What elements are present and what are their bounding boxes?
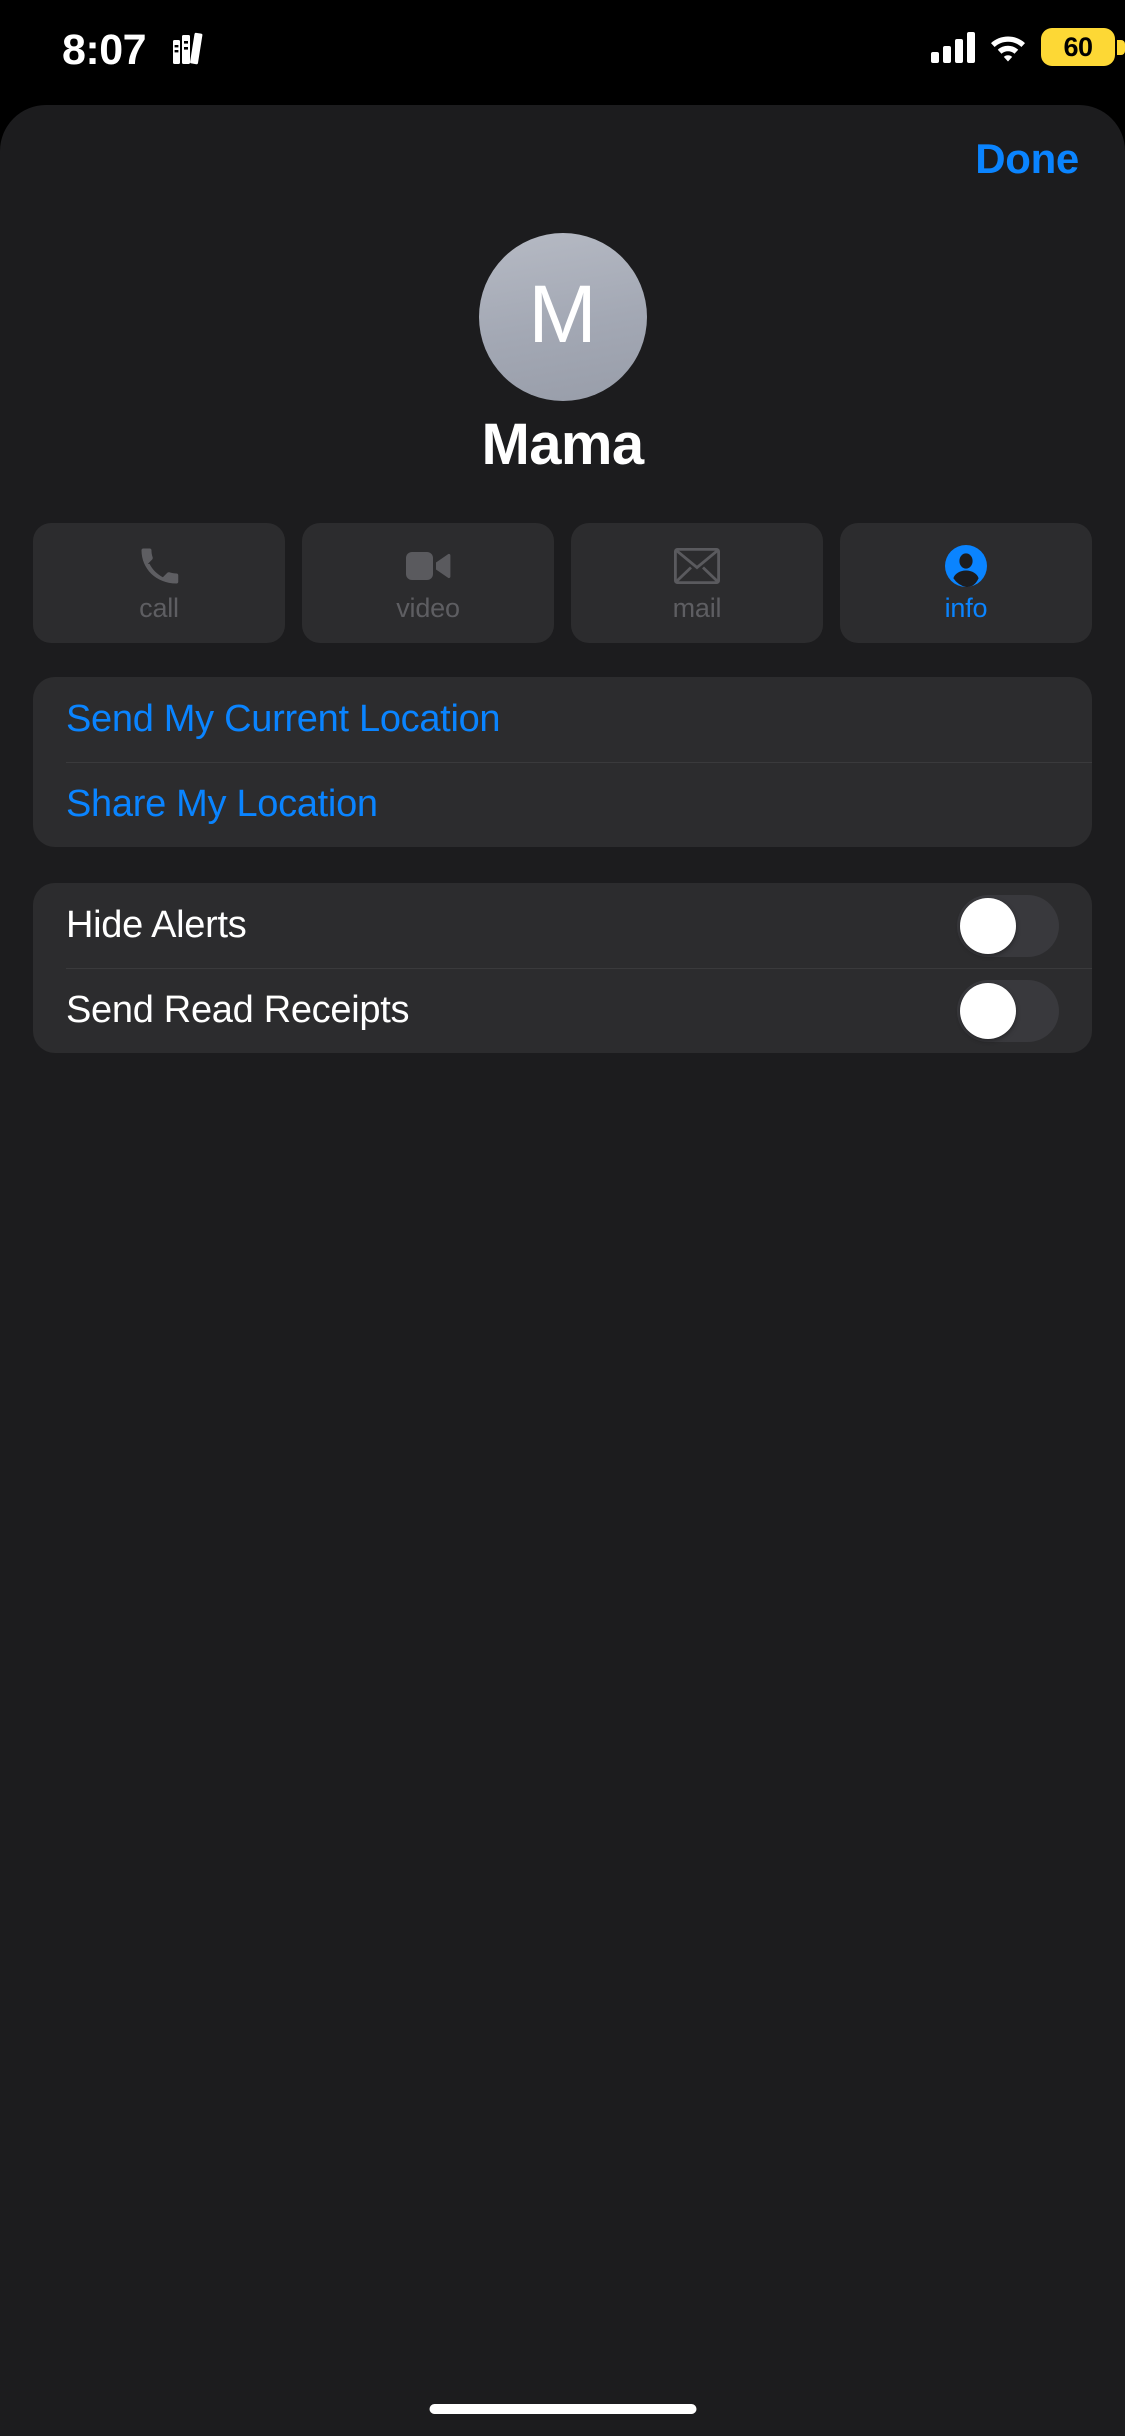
hide-alerts-row[interactable]: Hide Alerts (33, 883, 1092, 968)
person-circle-icon (944, 544, 988, 588)
books-icon (173, 32, 203, 65)
call-button[interactable]: call (33, 523, 285, 643)
mail-button[interactable]: mail (571, 523, 823, 643)
share-my-location-row[interactable]: Share My Location (33, 762, 1092, 847)
location-group: Send My Current Location Share My Locati… (33, 677, 1092, 847)
video-button[interactable]: video (302, 523, 554, 643)
hide-alerts-label: Hide Alerts (66, 904, 247, 946)
battery-percent: 60 (1063, 31, 1093, 62)
send-my-current-location-row[interactable]: Send My Current Location (33, 677, 1092, 762)
envelope-icon (674, 544, 720, 588)
video-button-label: video (396, 593, 460, 623)
video-camera-icon (405, 544, 451, 588)
done-button[interactable]: Done (975, 135, 1079, 183)
mail-button-label: mail (672, 593, 722, 623)
send-my-current-location-label: Send My Current Location (66, 698, 501, 740)
switch-knob (960, 897, 1016, 954)
status-bar-time: 8:07 (62, 26, 147, 74)
send-read-receipts-label: Send Read Receipts (66, 989, 410, 1031)
send-read-receipts-row[interactable]: Send Read Receipts (33, 968, 1092, 1053)
send-read-receipts-switch[interactable] (957, 979, 1059, 1042)
wifi-icon (991, 36, 1025, 62)
battery-indicator: 60 (1041, 28, 1125, 66)
call-button-label: call (139, 593, 179, 623)
info-button[interactable]: info (840, 523, 1092, 643)
contact-action-buttons: call video mail info (33, 523, 1092, 643)
home-indicator[interactable] (429, 2404, 696, 2414)
hide-alerts-switch[interactable] (957, 894, 1059, 957)
settings-toggle-group: Hide Alerts Send Read Receipts (33, 883, 1092, 1053)
avatar-monogram: M (528, 269, 597, 360)
status-bar: 8:07 60 (0, 0, 1125, 105)
cellular-signal-icon (931, 31, 975, 63)
phone-icon (138, 544, 180, 588)
share-my-location-label: Share My Location (66, 783, 378, 825)
switch-knob (960, 982, 1016, 1039)
info-button-label: info (944, 593, 988, 623)
status-bar-indicators: 60 (931, 28, 1125, 66)
contact-name: Mama (481, 412, 645, 477)
contact-details-sheet: Done M Mama call video mail info Send My… (0, 105, 1125, 2436)
contact-avatar[interactable]: M (478, 233, 647, 401)
